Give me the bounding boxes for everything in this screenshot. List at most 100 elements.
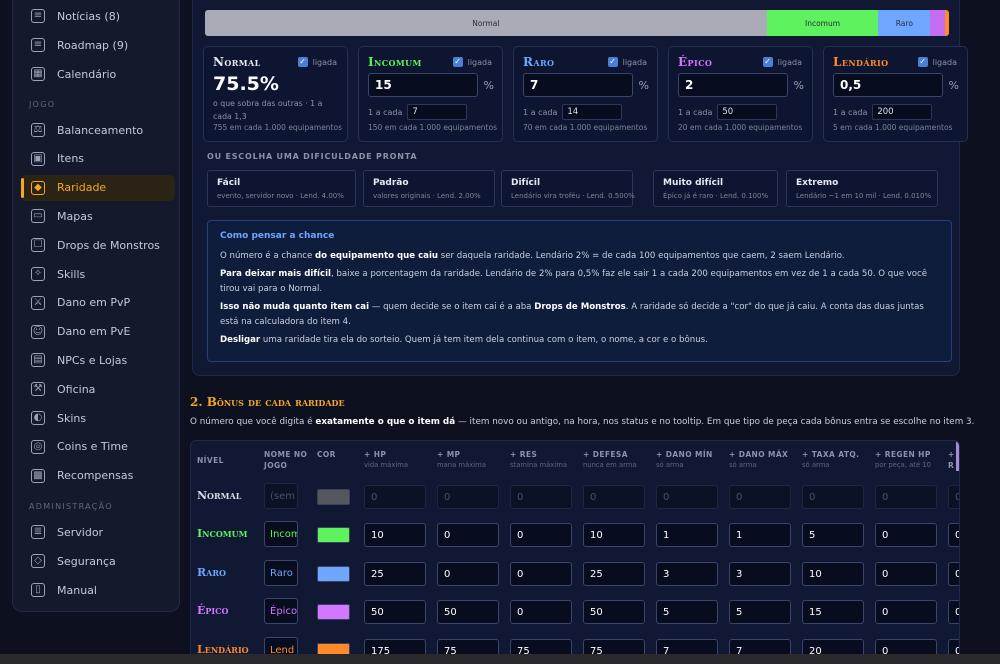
preset-dif-cil[interactable]: Difícil Lendário vira troféu · Lend. 0.50… [501, 170, 635, 207]
checkbox-icon[interactable]: ✓ [762, 57, 773, 67]
bonus-input[interactable]: 5 [656, 600, 718, 624]
skills-icon: ✧ [31, 267, 45, 281]
sidebar-item-roadmap-9-[interactable]: ≡ Roadmap (9) [21, 32, 175, 58]
sidebar-item-seguran-a[interactable]: ◇ Segurança [21, 548, 175, 574]
color-swatch[interactable] [317, 527, 350, 543]
color-swatch[interactable] [317, 604, 350, 620]
enabled-checkbox[interactable]: ✓ ligada [762, 57, 802, 67]
bonus-input[interactable]: 10 [583, 523, 645, 547]
header-label: + TAXA ATQ. [802, 450, 860, 459]
bonus-input[interactable]: 15 [802, 600, 864, 624]
preset-f-cil[interactable]: Fácil evento, servidor novo · Lend. 4.00% [207, 170, 356, 207]
distribution-segment-incomum: Incomum [766, 10, 879, 36]
one-in-input[interactable]: 50 [717, 104, 778, 120]
enabled-checkbox[interactable]: ✓ ligada [297, 57, 337, 67]
sidebar-item-skills[interactable]: ✧ Skills [21, 261, 175, 287]
name-in-game-input[interactable]: Épico [264, 598, 298, 624]
map-icon: ▭ [31, 209, 45, 224]
bonus-input[interactable]: 5 [802, 523, 864, 547]
enabled-checkbox[interactable]: ✓ ligada [452, 57, 492, 67]
preset-extremo[interactable]: Extremo Lendário ~1 em 10 mil · Lend. 0.0… [786, 170, 938, 207]
sidebar-item-recompensas[interactable]: ▩ Recompensas [21, 463, 175, 489]
checkbox-icon[interactable]: ✓ [297, 57, 308, 67]
bonus-input[interactable]: 0 [948, 562, 959, 586]
roadmap-icon: ≡ [31, 38, 45, 52]
info-title: Como pensar a chance [220, 231, 335, 241]
one-in-input[interactable]: 7 [407, 104, 468, 120]
bonus-input[interactable]: 0 [510, 562, 572, 586]
bonus-input[interactable]: 50 [437, 600, 499, 624]
bonus-input[interactable]: 0 [437, 523, 499, 547]
bonus-input[interactable]: 10 [802, 562, 864, 586]
sidebar-item-not-cias-8-[interactable]: ≡ Notícias (8) [21, 3, 175, 29]
sidebar-item-servidor[interactable]: ≣ Servidor [21, 519, 175, 545]
header-sublabel: só arma [729, 461, 757, 469]
info-bold: Drops de Monstros [534, 302, 626, 312]
sidebar-item-label: Segurança [57, 554, 116, 568]
enabled-checkbox[interactable]: ✓ ligada [607, 57, 647, 67]
info-paragraph-3: Isso não muda quanto item cai — quem dec… [220, 300, 939, 330]
header-label: + DEFESA [583, 450, 628, 459]
info-bold: Para deixar mais difícil [220, 269, 331, 279]
checkbox-icon[interactable]: ✓ [607, 57, 618, 67]
sidebar-item-coins-e-time[interactable]: ◎ Coins e Time [21, 434, 175, 460]
color-swatch[interactable] [317, 489, 350, 505]
bonus-input: 0 [656, 485, 718, 509]
one-in-input[interactable]: 200 [872, 104, 933, 120]
one-in-input[interactable]: 14 [562, 104, 623, 120]
sidebar-item-npcs-e-lojas[interactable]: ▤ NPCs e Lojas [21, 347, 175, 373]
sidebar-item-dano-em-pve[interactable]: ☺ Dano em PvE [21, 319, 175, 345]
preset-padr-o[interactable]: Padrão valores originais · Lend. 2.00% [363, 170, 495, 207]
preset-muito-dif-cil[interactable]: Muito difícil Épico já é raro · Lend. 0.1… [653, 170, 778, 207]
one-in-label: 1 a cada [833, 107, 868, 117]
checkbox-icon[interactable]: ✓ [452, 57, 463, 67]
table-header-0: NÍVEL [197, 455, 224, 466]
table-header-6: + DEFESA nunca em arma [583, 449, 637, 471]
sidebar-item-label: Balanceamento [57, 123, 144, 137]
percent-input[interactable]: 7 [523, 73, 633, 97]
enabled-checkbox[interactable]: ✓ ligada [917, 57, 957, 67]
bonus-input[interactable]: 0 [510, 600, 572, 624]
bonus-input[interactable]: 0 [875, 600, 937, 624]
bonus-input[interactable]: 25 [583, 562, 645, 586]
sidebar-item-skins[interactable]: ◐ Skins [21, 405, 175, 431]
per-thousand-text: 70 em cada 1.000 equipamentos [523, 123, 648, 132]
color-swatch[interactable] [317, 566, 350, 582]
bonus-input[interactable]: 0 [437, 562, 499, 586]
sidebar-item-drops-de-monstros[interactable]: ☐ Drops de Monstros [21, 232, 175, 258]
percent-input[interactable]: 2 [678, 73, 788, 97]
bonus-input[interactable]: 50 [364, 600, 426, 624]
percent-input[interactable]: 0,5 [833, 73, 943, 97]
bonus-input[interactable]: 1 [729, 523, 791, 547]
sidebar-item-calend-rio[interactable]: ▦ Calendário [21, 61, 175, 87]
sidebar-item-manual[interactable]: ▯ Manual [21, 577, 175, 603]
bonus-input[interactable]: 5 [729, 600, 791, 624]
bonus-input[interactable]: 1 [656, 523, 718, 547]
bonus-input[interactable]: 0 [875, 523, 937, 547]
bonus-input[interactable]: 10 [364, 523, 426, 547]
sidebar-item-itens[interactable]: ▣ Itens [21, 146, 175, 172]
bonus-input[interactable]: 0 [510, 523, 572, 547]
name-in-game-input[interactable]: Incom [264, 521, 298, 547]
sidebar-item-dano-em-pvp[interactable]: ⚔ Dano em PvP [21, 290, 175, 316]
sidebar-item-oficina[interactable]: ⚒ Oficina [21, 376, 175, 402]
sidebar-item-balanceamento[interactable]: ⚖ Balanceamento [21, 117, 175, 143]
bonus-input[interactable]: 0 [948, 523, 959, 547]
bonus-input[interactable]: 0 [948, 600, 959, 624]
info-bold: do equipamento que caiu [315, 251, 439, 261]
rarity-distribution-bar: Normal Incomum Raro [205, 10, 949, 36]
percent-input[interactable]: 15 [368, 73, 478, 97]
header-label: + DANO MÁX [729, 450, 789, 459]
bonus-input[interactable]: 50 [583, 600, 645, 624]
sidebar-item-raridade[interactable]: ◆ Raridade [21, 174, 175, 201]
bonus-input[interactable]: 3 [729, 562, 791, 586]
sidebar-item-label: Itens [57, 152, 85, 166]
checkbox-icon[interactable]: ✓ [917, 57, 928, 67]
info-paragraph-1: O número é a chance do equipamento que c… [220, 249, 939, 264]
bonus-input[interactable]: 25 [364, 562, 426, 586]
desc-text: O número que você digita é [190, 417, 316, 427]
bonus-input[interactable]: 0 [875, 562, 937, 586]
bonus-input[interactable]: 3 [656, 562, 718, 586]
sidebar-item-mapas[interactable]: ▭ Mapas [21, 203, 175, 229]
name-in-game-input[interactable]: Raro [264, 560, 298, 586]
